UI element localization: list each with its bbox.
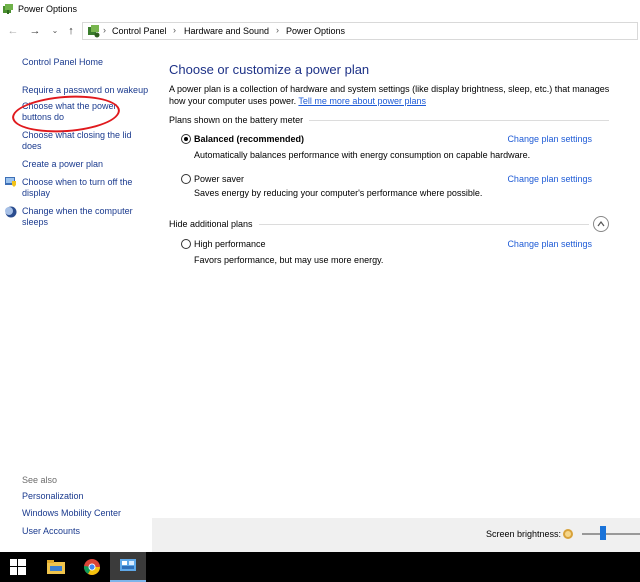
window-title: Power Options [18, 4, 78, 14]
sidebar-control-panel-home[interactable]: Control Panel Home [22, 57, 103, 68]
plan-power-saver-name[interactable]: Power saver [194, 174, 244, 184]
control-panel-icon [88, 25, 100, 38]
sidebar-create-power-plan[interactable]: Create a power plan [22, 159, 103, 170]
see-also-label: See also [22, 475, 58, 485]
forward-arrow-icon[interactable]: → [28, 24, 42, 38]
brightness-slider-track[interactable] [582, 533, 640, 535]
sun-icon [563, 529, 573, 539]
plan-balanced-name[interactable]: Balanced (recommended) [194, 134, 304, 144]
breadcrumb-power-options[interactable]: Power Options [286, 26, 345, 36]
recent-locations-chevron-icon[interactable]: ⌄ [48, 24, 62, 38]
sidebar-closing-lid[interactable]: Choose what closing the lid does [22, 130, 137, 152]
taskbar-chrome[interactable] [74, 552, 110, 582]
control-panel-taskbar-icon [120, 559, 136, 571]
taskbar [0, 552, 640, 582]
plan-high-performance-name[interactable]: High performance [194, 239, 266, 249]
plan-high-performance-desc: Favors performance, but may use more ene… [194, 255, 384, 265]
page-title: Choose or customize a power plan [169, 62, 370, 77]
collapse-plans-button[interactable] [593, 216, 609, 232]
breadcrumb-separator-icon: › [103, 25, 106, 35]
brightness-bar: Screen brightness: [152, 518, 640, 552]
breadcrumb-control-panel[interactable]: Control Panel [112, 26, 167, 36]
section-battery-meter: Plans shown on the battery meter [169, 115, 310, 125]
plan-power-saver-desc: Saves energy by reducing your computer's… [194, 188, 483, 198]
breadcrumb-separator-icon[interactable]: › [173, 25, 176, 35]
title-bar: Power Options [0, 0, 640, 18]
plan-balanced-radio[interactable] [181, 134, 191, 144]
change-plan-high-performance-link[interactable]: Change plan settings [507, 239, 592, 249]
taskbar-file-explorer[interactable] [38, 552, 74, 582]
power-options-icon [3, 4, 13, 14]
address-bar: ← → ⌄ ↑ › Control Panel › Hardware and S… [0, 20, 640, 42]
address-field[interactable]: › Control Panel › Hardware and Sound › P… [82, 22, 638, 40]
main-content: Choose or customize a power plan A power… [152, 42, 640, 552]
page-description: A power plan is a collection of hardware… [169, 83, 619, 107]
change-plan-balanced-link[interactable]: Change plan settings [507, 134, 592, 144]
sidebar-turn-off-display[interactable]: Choose when to turn off the display [22, 177, 144, 199]
breadcrumb-separator-icon[interactable]: › [276, 25, 279, 35]
brightness-label: Screen brightness: [486, 529, 562, 539]
back-arrow-icon[interactable]: ← [6, 24, 20, 38]
chrome-icon [84, 559, 100, 575]
display-shield-icon [5, 177, 16, 187]
change-plan-power-saver-link[interactable]: Change plan settings [507, 174, 592, 184]
see-also-user-accounts[interactable]: User Accounts [22, 526, 80, 537]
see-also-personalization[interactable]: Personalization [22, 491, 84, 502]
taskbar-control-panel[interactable] [110, 552, 146, 582]
sleep-moon-icon [5, 206, 17, 218]
plan-high-performance-radio[interactable] [181, 239, 191, 249]
sidebar: Control Panel Home Require a password on… [0, 42, 152, 552]
tell-me-more-link[interactable]: Tell me more about power plans [298, 96, 426, 106]
sidebar-require-password[interactable]: Require a password on wakeup [22, 85, 152, 96]
plan-power-saver-radio[interactable] [181, 174, 191, 184]
up-arrow-icon[interactable]: ↑ [64, 24, 78, 38]
sidebar-computer-sleeps[interactable]: Change when the computer sleeps [22, 206, 144, 228]
brightness-slider-thumb[interactable] [600, 526, 606, 540]
chevron-up-icon [597, 221, 605, 227]
windows-logo-icon [10, 559, 26, 575]
start-button[interactable] [0, 552, 36, 582]
section-hide-additional[interactable]: Hide additional plans [169, 219, 259, 229]
folder-icon [47, 560, 65, 574]
plan-balanced-desc: Automatically balances performance with … [194, 150, 531, 160]
breadcrumb-hardware-and-sound[interactable]: Hardware and Sound [184, 26, 269, 36]
see-also-mobility-center[interactable]: Windows Mobility Center [22, 508, 121, 519]
